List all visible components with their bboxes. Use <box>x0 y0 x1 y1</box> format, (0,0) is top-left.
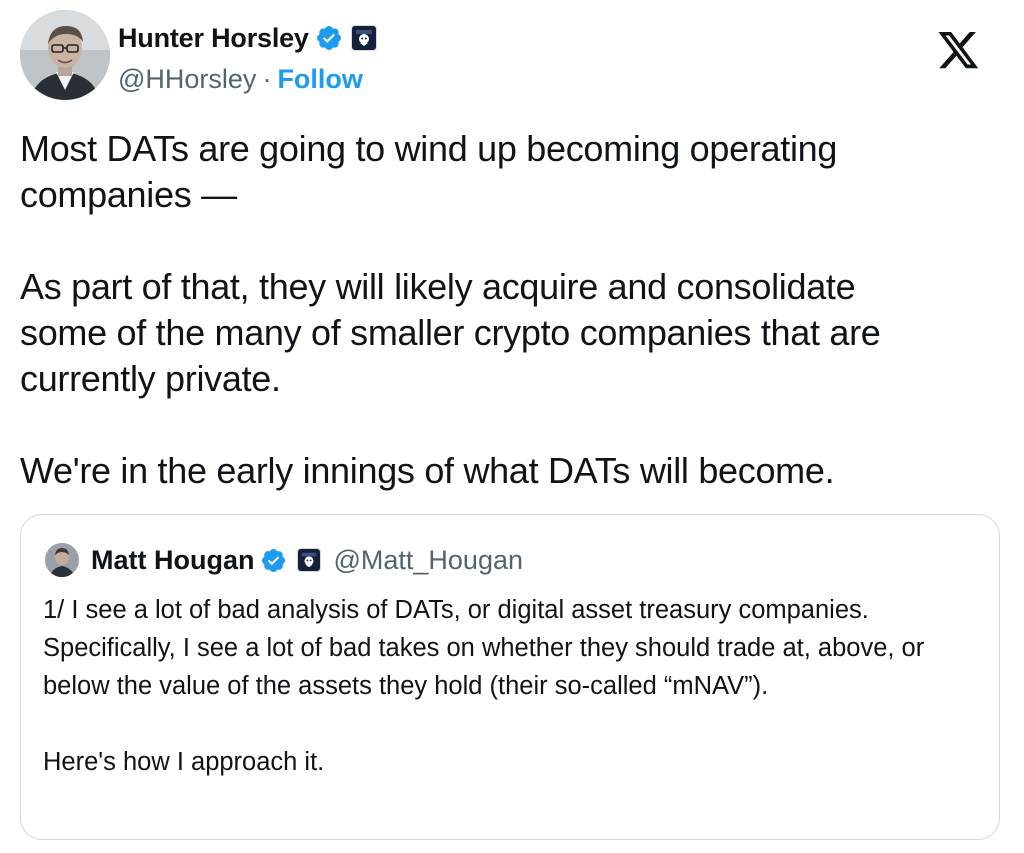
tweet-header: Hunter Horsley @HHorsley · Follow <box>20 10 1010 106</box>
tweet-paragraph: We're in the early innings of what DATs … <box>20 450 835 491</box>
quoted-author-avatar[interactable] <box>45 543 79 577</box>
tweet-paragraph: Most DATs are going to wind up becoming … <box>20 128 838 215</box>
quoted-author-handle[interactable]: @Matt_Hougan <box>333 545 523 576</box>
verified-badge-icon <box>260 547 287 574</box>
author-handle[interactable]: @HHorsley <box>118 64 256 95</box>
separator-dot: · <box>262 63 272 94</box>
author-handle-row: @HHorsley · Follow <box>118 63 363 95</box>
author-avatar[interactable] <box>20 10 110 100</box>
tweet-body: Most DATs are going to wind up becoming … <box>20 126 1010 494</box>
affiliate-badge-icon <box>297 548 322 572</box>
x-logo-icon[interactable] <box>938 32 980 70</box>
affiliate-badge-icon[interactable] <box>350 25 377 51</box>
author-name-row: Hunter Horsley <box>118 22 377 54</box>
tweet-paragraph: As part of that, they will likely acquir… <box>20 266 881 399</box>
verified-badge-icon[interactable] <box>315 24 343 52</box>
quoted-tweet-paragraph: 1/ I see a lot of bad analysis of DATs, … <box>43 596 925 700</box>
quoted-tweet-header: Matt Hougan @Matt_Hougan <box>45 543 523 577</box>
quoted-tweet-body: 1/ I see a lot of bad analysis of DATs, … <box>43 591 983 781</box>
quoted-author-display-name[interactable]: Matt Hougan <box>91 545 254 576</box>
follow-button[interactable]: Follow <box>277 64 362 95</box>
author-display-name[interactable]: Hunter Horsley <box>118 23 309 54</box>
quoted-tweet-paragraph: Here's how I approach it. <box>43 748 325 776</box>
quoted-tweet-card[interactable]: Matt Hougan @Matt_Hougan 1/ I see a lot … <box>20 514 1000 840</box>
